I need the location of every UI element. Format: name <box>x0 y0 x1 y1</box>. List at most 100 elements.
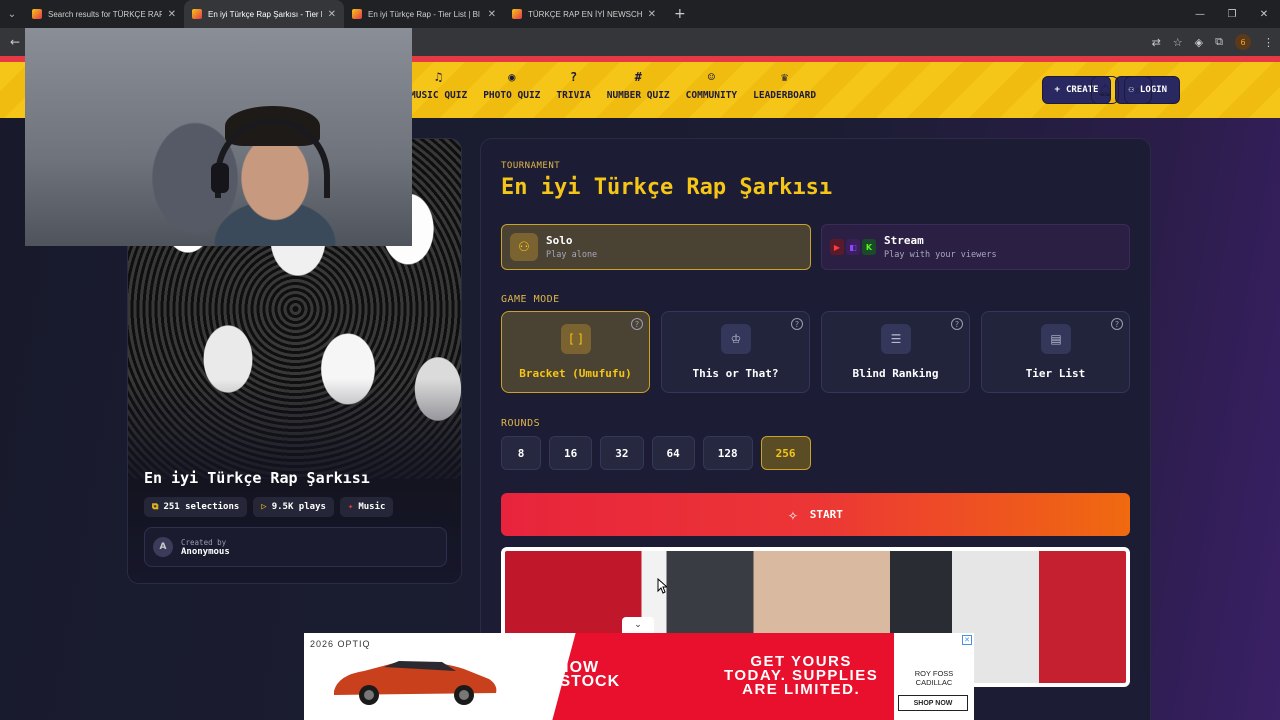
favicon-icon <box>192 9 202 19</box>
created-by-label: Created by <box>181 537 227 547</box>
music-note-icon: ♫ <box>434 70 443 84</box>
star-icon[interactable]: ☆ <box>1173 36 1183 49</box>
nav-label: TRIVIA <box>556 90 591 101</box>
minimize-icon[interactable]: — <box>1184 0 1216 28</box>
creator-name: Anonymous <box>181 546 230 557</box>
profile-avatar[interactable]: 6 <box>1235 34 1251 50</box>
stream-platform-icons: ▶ ◧ K <box>830 239 876 255</box>
tab-title: TÜRKÇE RAP EN İYİ NEWSCHO <box>528 9 642 19</box>
ad-brand: 2026 OPTIQ <box>310 639 371 649</box>
ad-banner[interactable]: 2026 OPTIQ NOW IN STOCK GET YOURS TODAY.… <box>304 633 974 720</box>
category-badge[interactable]: ✦ Music <box>339 497 394 517</box>
tab-0[interactable]: Search results for TÜRKÇE RAP ✕ <box>24 0 184 28</box>
close-window-icon[interactable]: ✕ <box>1248 0 1280 28</box>
close-icon[interactable]: ✕ <box>168 9 176 20</box>
favicon-icon <box>32 9 42 19</box>
round-option[interactable]: 32 <box>600 436 644 470</box>
mode-label: Tier List <box>1025 367 1086 380</box>
extension-icon[interactable]: ◈ <box>1195 36 1203 49</box>
tab-title: En iyi Türkçe Rap - Tier List | Bl <box>368 9 480 19</box>
mode-blind-ranking[interactable]: ? ☰ Blind Ranking <box>821 311 970 393</box>
solo-option[interactable]: ⚇ Solo Play alone <box>501 224 811 270</box>
selections-text: 251 selections <box>163 502 240 512</box>
game-mode-label: GAME MODE <box>501 294 560 305</box>
mode-tier-list[interactable]: ? ▤ Tier List <box>981 311 1130 393</box>
nav-label: COMMUNITY <box>685 90 738 101</box>
plays-text: 9.5K plays <box>271 502 326 512</box>
help-icon[interactable]: ? <box>631 318 643 330</box>
help-icon[interactable]: ? <box>1111 318 1123 330</box>
list-icon: ☰ <box>881 324 911 354</box>
bell-icon: 🔔︎ <box>1097 83 1113 97</box>
favicon-icon <box>512 9 522 19</box>
round-option[interactable]: 128 <box>702 436 753 470</box>
menu-dots-icon[interactable]: ⋮ <box>1263 36 1274 49</box>
mode-label: Bracket (Umufufu) <box>519 367 632 380</box>
tab-1[interactable]: En iyi Türkçe Rap Şarkısı - Tier L ✕ <box>184 0 344 28</box>
notifications-button[interactable]: 🔔︎ <box>1091 76 1119 104</box>
close-icon[interactable]: ✕ <box>488 9 496 20</box>
toolbar-icons: ⇄ ☆ ◈ ⧉ 6 ⋮ <box>1152 28 1274 56</box>
headset-cup <box>211 163 229 193</box>
new-tab-button[interactable]: + <box>664 6 696 22</box>
crown-icon: ♔ <box>721 324 751 354</box>
start-button[interactable]: ✧ START <box>501 493 1130 536</box>
round-option-selected[interactable]: 256 <box>760 436 811 470</box>
round-option[interactable]: 16 <box>549 436 593 470</box>
card-stats: ⧉ 251 selections ▷ 9.5K plays ✦ Music <box>144 497 394 517</box>
close-icon[interactable]: ✕ <box>648 9 656 20</box>
stream-title: Stream <box>884 234 924 247</box>
users-icon: ☺ <box>707 70 716 84</box>
ad-collapse-toggle[interactable]: ⌄ <box>622 617 654 633</box>
selections-badge: ⧉ 251 selections <box>144 497 248 517</box>
nav-community[interactable]: ☺ COMMUNITY <box>684 70 739 101</box>
rows-icon: ▤ <box>1041 324 1071 354</box>
round-option[interactable]: 64 <box>651 436 695 470</box>
ad-dealer: ROY FOSS CADILLAC <box>914 669 954 687</box>
copy-icon: ⧉ <box>152 502 159 512</box>
round-option[interactable]: 8 <box>501 436 541 470</box>
maximize-icon[interactable]: ❐ <box>1216 0 1248 28</box>
panel-kicker: TOURNAMENT <box>501 161 561 171</box>
ad-headline-1: NOW IN STOCK <box>536 659 621 690</box>
card-title: En iyi Türkçe Rap Şarkısı <box>144 469 370 487</box>
help-icon[interactable]: ? <box>951 318 963 330</box>
plays-badge: ▷ 9.5K plays <box>253 497 334 517</box>
help-icon[interactable]: ? <box>791 318 803 330</box>
plus-icon: + <box>1054 85 1060 95</box>
rounds-label: ROUNDS <box>501 418 541 429</box>
window-controls: — ❐ ✕ <box>1184 0 1280 28</box>
nav-number-quiz[interactable]: # NUMBER QUIZ <box>605 70 672 101</box>
nav-label: NUMBER QUIZ <box>606 90 670 101</box>
puzzle-icon[interactable]: ⧉ <box>1215 35 1223 49</box>
tab-search-icon[interactable]: ⌄ <box>0 0 24 28</box>
category-text: Music <box>358 502 386 512</box>
ad-info-icon[interactable]: ✕ <box>962 635 972 645</box>
mode-this-or-that[interactable]: ? ♔ This or That? <box>661 311 810 393</box>
kick-icon: K <box>862 239 876 255</box>
search-button[interactable]: ⌕ <box>1124 76 1152 104</box>
creator-avatar: A <box>153 537 173 557</box>
nav-music-quiz[interactable]: ♫ MUSIC QUIZ <box>408 70 469 101</box>
tab-title: Search results for TÜRKÇE RAP <box>48 9 162 19</box>
nav-label: PHOTO QUIZ <box>483 90 541 101</box>
tab-3[interactable]: TÜRKÇE RAP EN İYİ NEWSCHO ✕ <box>504 0 664 28</box>
start-label: START <box>809 508 843 521</box>
mouse-cursor-icon <box>657 578 667 594</box>
nav-photo-quiz[interactable]: ◉ PHOTO QUIZ <box>481 70 542 101</box>
close-icon[interactable]: ✕ <box>328 9 336 20</box>
nav-label: MUSIC QUIZ <box>410 90 468 101</box>
mode-label: This or That? <box>692 367 779 380</box>
webcam-overlay <box>25 28 412 246</box>
translate-icon[interactable]: ⇄ <box>1152 36 1161 49</box>
camera-icon: ◉ <box>508 70 516 84</box>
bracket-icon: [ ] <box>561 324 591 354</box>
ad-shop-button[interactable]: SHOP NOW <box>898 695 968 711</box>
nav-trivia[interactable]: ? TRIVIA <box>554 70 592 101</box>
stream-option[interactable]: ▶ ◧ K Stream Play with your viewers <box>821 224 1130 270</box>
user-icon: ⚇ <box>510 233 538 261</box>
mode-bracket[interactable]: ? [ ] Bracket (Umufufu) <box>501 311 650 393</box>
ad-headline-2: GET YOURS TODAY. SUPPLIES ARE LIMITED. <box>724 653 879 698</box>
nav-leaderboard[interactable]: ♛ LEADERBOARD <box>751 70 818 101</box>
tab-2[interactable]: En iyi Türkçe Rap - Tier List | Bl ✕ <box>344 0 504 28</box>
